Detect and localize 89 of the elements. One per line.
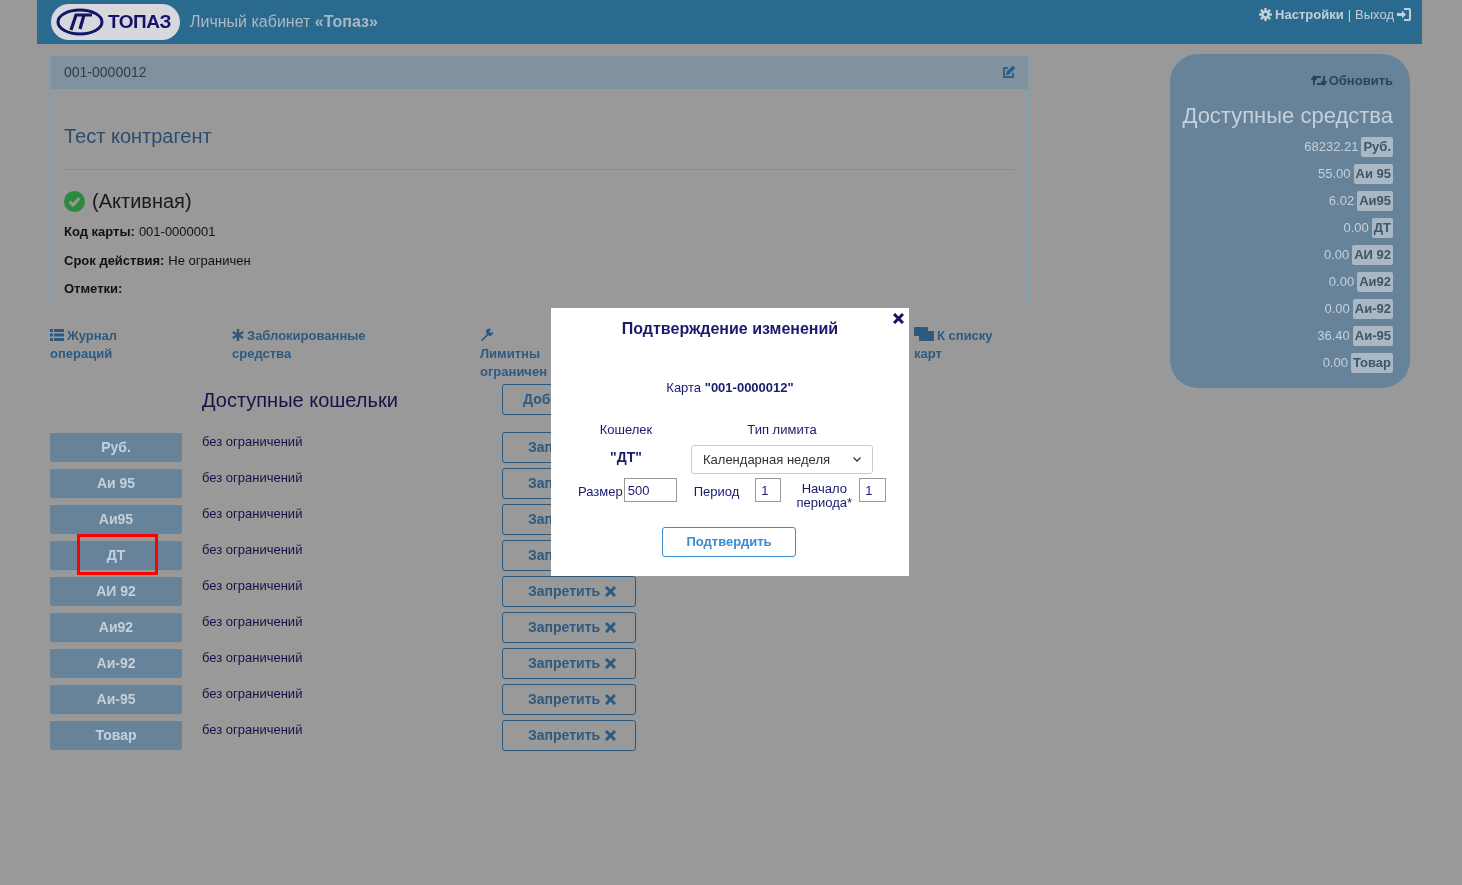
field-value: Не ограничен [168, 251, 251, 270]
forbid-button[interactable]: Запретить [502, 612, 636, 643]
close-icon[interactable] [893, 313, 904, 324]
refresh-link[interactable]: Обновить [1310, 71, 1393, 91]
nav-link[interactable]: Журнал операций [50, 327, 140, 363]
wallet-tag[interactable]: Аи 95 [50, 469, 182, 498]
wallet-tag[interactable]: Аи92 [50, 613, 182, 642]
field-label: Отметки: [64, 280, 123, 298]
nav-link[interactable]: К списку карт [914, 327, 1004, 363]
limit-text: без ограничений [202, 433, 304, 451]
limit-text: без ограничений [202, 541, 304, 559]
unit-label: Аи95 [1357, 191, 1393, 211]
funds-title: Доступные средства [1182, 101, 1393, 130]
period-label: Период [693, 483, 740, 501]
card-caption: Карта "001-0000012" [665, 379, 795, 397]
unit-label: ДТ [1371, 218, 1393, 238]
forbid-button[interactable]: Запретить [502, 576, 636, 607]
header-title: Личный кабинет «Топаз» [190, 12, 378, 32]
balance-amount: 0.00 [1328, 273, 1355, 292]
limit-text: без ограничений [202, 649, 304, 667]
wallet-tag[interactable]: Аи-95 [50, 685, 182, 714]
chevron-down-icon [853, 457, 861, 462]
logout-link[interactable]: Выход [1355, 5, 1411, 25]
limit-text: без ограничений [202, 469, 304, 487]
refresh-icon [1310, 75, 1327, 87]
unit-label: Аи-95 [1352, 326, 1393, 346]
limit-type-select[interactable]: Календарная неделя [691, 445, 873, 474]
period-field[interactable]: 1 [755, 478, 782, 502]
separator: | [1347, 6, 1352, 24]
period-start-field[interactable]: 1 [859, 478, 887, 502]
wallet-tag[interactable]: Руб. [50, 433, 182, 462]
wallet-label: Кошелек [598, 420, 654, 439]
balance-amount: 68232.21 [1304, 138, 1359, 157]
unit-label: Руб. [1361, 137, 1393, 157]
limit-text: без ограничений [202, 505, 304, 523]
balance-amount: 0.00 [1322, 354, 1348, 373]
settings-link[interactable]: Настройки [1259, 5, 1344, 25]
close-icon [605, 730, 617, 741]
field-label: Код карты: [64, 223, 135, 241]
limit-text: без ограничений [202, 613, 304, 631]
balance-amount: 55.00 [1318, 165, 1351, 184]
wallet-tag[interactable]: Аи-92 [50, 649, 182, 678]
wallet-value: "ДТ" [609, 448, 643, 467]
close-icon [605, 658, 617, 669]
balance-amount: 0.00 [1343, 219, 1369, 238]
balance-amount: 36.40 [1317, 327, 1350, 346]
size-label: Размер [578, 483, 623, 501]
limit-text: без ограничений [202, 721, 304, 739]
limit-type-label: Тип лимита [746, 420, 818, 439]
wallet-tag[interactable]: Товар [50, 721, 182, 750]
forbid-button[interactable]: Запретить [502, 648, 636, 679]
nav-link[interactable]: Лимитны ограничен [480, 327, 550, 381]
asterisk-icon [232, 329, 244, 341]
wrench-icon [480, 328, 493, 341]
logo-emblem-icon [56, 8, 104, 36]
balance-amount: 0.00 [1324, 300, 1350, 319]
close-icon [605, 694, 617, 705]
settings-icon [1259, 8, 1273, 22]
wallet-tag[interactable]: ДТ [50, 541, 182, 570]
field-value: 001-0000001 [138, 223, 216, 241]
forbid-button[interactable]: Запретить [502, 720, 636, 751]
counterparty-name: Тест контрагент [64, 124, 213, 149]
forbid-button[interactable]: Запретить [502, 684, 636, 715]
limit-text: без ограничений [202, 685, 304, 703]
wallet-tag[interactable]: АИ 92 [50, 577, 182, 606]
close-icon [605, 622, 617, 633]
limit-text: без ограничений [202, 577, 304, 595]
unit-label: АИ 92 [1352, 245, 1393, 265]
balance-amount: 0.00 [1323, 246, 1350, 265]
unit-label: Аи 95 [1353, 164, 1393, 184]
logout-icon [1397, 8, 1411, 22]
close-icon [605, 586, 617, 597]
wallet-tag[interactable]: Аи95 [50, 505, 182, 534]
balance-amount: 6.02 [1328, 192, 1355, 211]
confirm-button[interactable]: Подтвердить [662, 527, 796, 557]
field-label: Срок действия: [64, 251, 165, 270]
card-number: 001-0000012 [64, 63, 147, 82]
list-icon [50, 329, 64, 341]
cards-icon [914, 327, 934, 341]
logo-text: ТОПАЗ [108, 9, 171, 34]
size-field[interactable]: 500 [623, 478, 677, 502]
unit-label: Аи92 [1357, 272, 1393, 292]
unit-label: Товар [1350, 353, 1393, 373]
section-heading: Доступные кошельки [202, 387, 399, 413]
period-start-label: Начало периода* [795, 482, 854, 510]
unit-label: Аи-92 [1352, 299, 1393, 319]
dialog-title: Подтверждение изменений [620, 319, 840, 339]
nav-link[interactable]: Заблокированные средства [232, 327, 382, 363]
card-status: (Активная) [92, 189, 192, 214]
